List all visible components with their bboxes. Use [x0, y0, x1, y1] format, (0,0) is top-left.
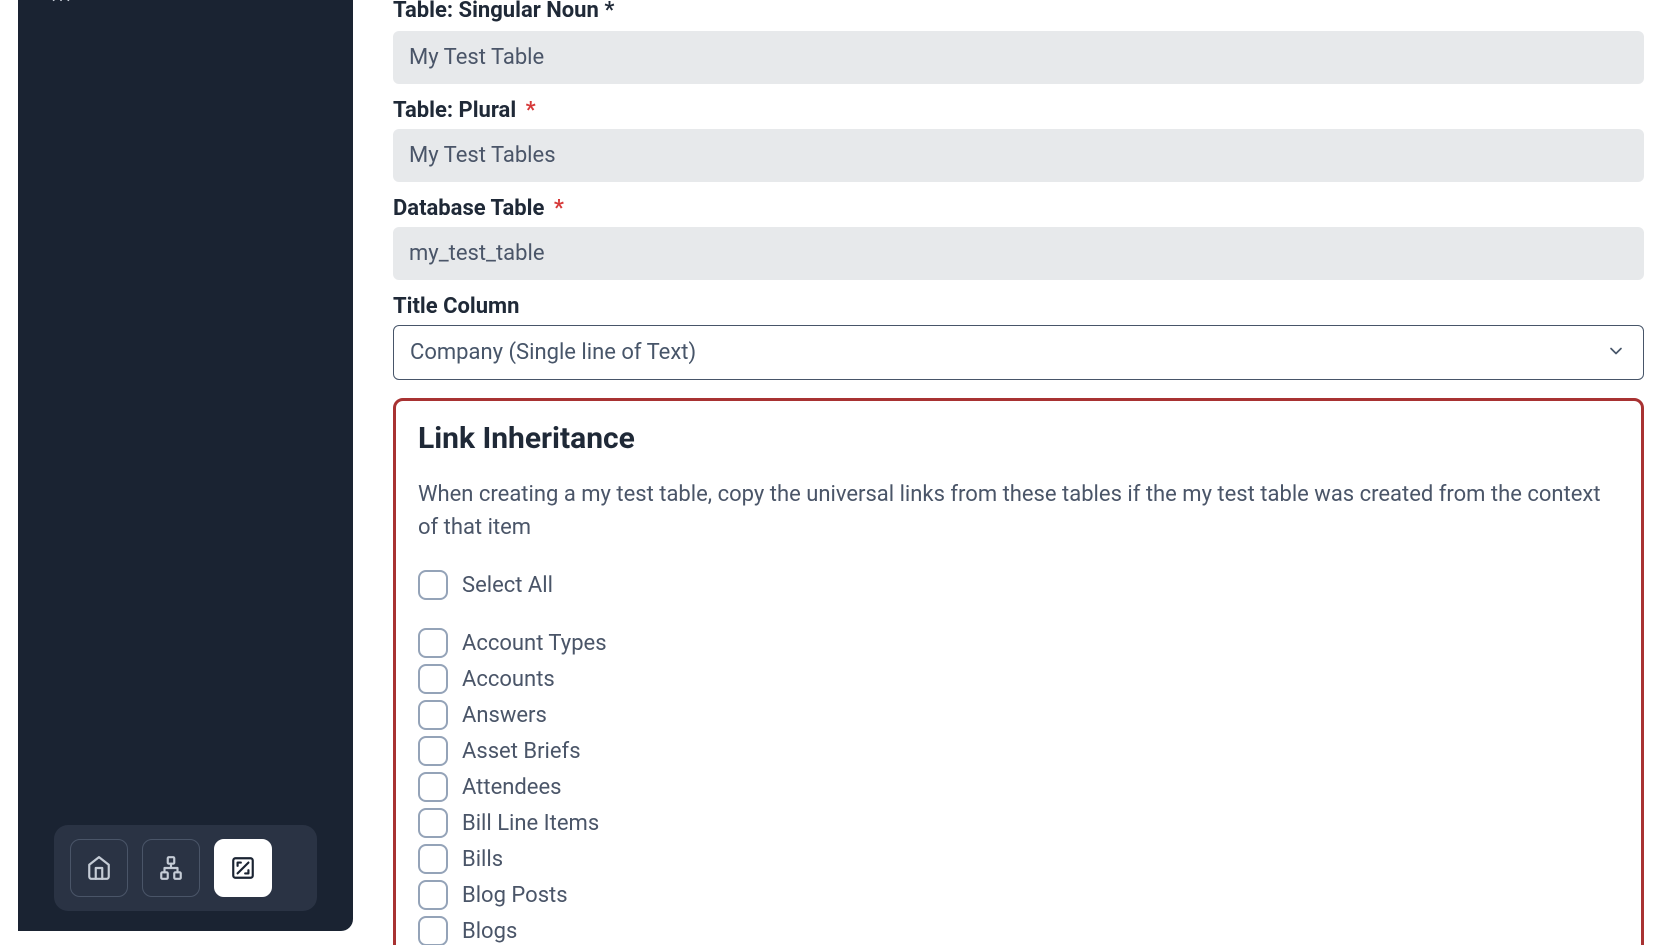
title-column-select[interactable] — [393, 325, 1644, 380]
option-checkbox[interactable] — [418, 628, 448, 658]
option-row[interactable]: Blogs — [418, 916, 1619, 945]
section-description: When creating a my test table, copy the … — [418, 478, 1619, 544]
option-label: Bill Line Items — [462, 811, 599, 836]
option-checkbox[interactable] — [418, 808, 448, 838]
database-table-input[interactable] — [393, 227, 1644, 280]
option-row[interactable]: Answers — [418, 700, 1619, 730]
app-layout: Maintenance — [0, 0, 1680, 945]
field-database-table: Database Table * — [393, 196, 1644, 280]
option-row[interactable]: Bills — [418, 844, 1619, 874]
option-row[interactable]: Attendees — [418, 772, 1619, 802]
sliders-icon — [46, 0, 76, 3]
required-marker: * — [526, 98, 536, 123]
field-plural: Table: Plural * — [393, 98, 1644, 182]
label-text: Table: Singular Noun — [393, 0, 599, 23]
option-label: Asset Briefs — [462, 739, 581, 764]
field-label: Table: Plural * — [393, 98, 1644, 123]
main-content: Table: Singular Noun * Table: Plural * D… — [353, 0, 1680, 945]
label-text: Title Column — [393, 294, 519, 319]
option-row[interactable]: Accounts — [418, 664, 1619, 694]
singular-noun-input[interactable] — [393, 31, 1644, 84]
sidebar: Maintenance — [18, 0, 353, 931]
hierarchy-button[interactable] — [142, 839, 200, 897]
option-label: Accounts — [462, 667, 555, 692]
link-inheritance-section: Link Inheritance When creating a my test… — [393, 398, 1644, 945]
option-checkbox[interactable] — [418, 844, 448, 874]
title-column-select-wrap — [393, 325, 1644, 380]
option-label: Attendees — [462, 775, 561, 800]
option-label: Account Types — [462, 631, 607, 656]
options-list: Account Types Accounts Answers Asset Briefs… — [418, 628, 1619, 945]
required-marker: * — [604, 0, 614, 23]
section-heading: Link Inheritance — [418, 421, 1619, 456]
option-checkbox[interactable] — [418, 772, 448, 802]
option-label: Blog Posts — [462, 883, 568, 908]
field-label: Table: Singular Noun * — [393, 0, 1644, 23]
select-all-label: Select All — [462, 573, 553, 598]
option-checkbox[interactable] — [418, 736, 448, 766]
option-checkbox[interactable] — [418, 916, 448, 945]
label-text: Table: Plural — [393, 98, 516, 123]
field-singular-noun: Table: Singular Noun * — [393, 0, 1644, 84]
option-checkbox[interactable] — [418, 880, 448, 910]
option-label: Blogs — [462, 919, 517, 944]
home-button[interactable] — [70, 839, 128, 897]
option-label: Bills — [462, 847, 503, 872]
design-button[interactable] — [214, 839, 272, 897]
sidebar-item-label: Maintenance — [94, 0, 222, 5]
option-row[interactable]: Blog Posts — [418, 880, 1619, 910]
required-marker: * — [554, 196, 564, 221]
option-checkbox[interactable] — [418, 664, 448, 694]
option-row[interactable]: Bill Line Items — [418, 808, 1619, 838]
option-label: Answers — [462, 703, 547, 728]
option-checkbox[interactable] — [418, 700, 448, 730]
plural-input[interactable] — [393, 129, 1644, 182]
label-text: Database Table — [393, 196, 544, 221]
select-all-checkbox[interactable] — [418, 570, 448, 600]
chevron-right-icon — [307, 0, 325, 5]
field-label: Title Column — [393, 294, 1644, 319]
field-title-column: Title Column — [393, 294, 1644, 380]
sidebar-bottom-bar — [54, 825, 317, 911]
option-row[interactable]: Account Types — [418, 628, 1619, 658]
field-label: Database Table * — [393, 196, 1644, 221]
select-all-row[interactable]: Select All — [418, 570, 1619, 600]
option-row[interactable]: Asset Briefs — [418, 736, 1619, 766]
